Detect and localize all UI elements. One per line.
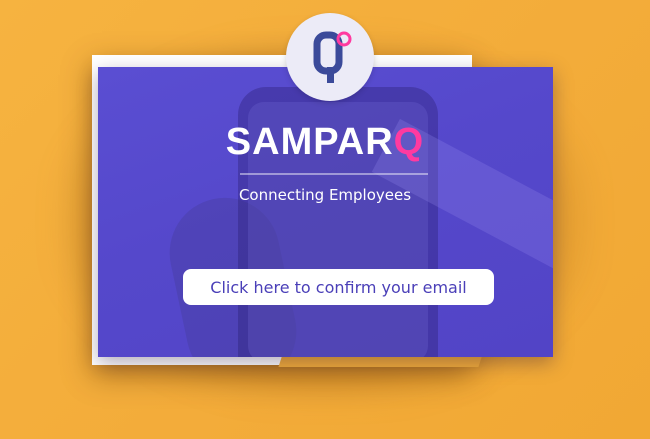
brand-name-accent: Q bbox=[393, 121, 425, 163]
brand-title: SAMPARQ bbox=[0, 121, 650, 164]
logo-badge bbox=[286, 13, 374, 101]
brand-name-main: SAMPAR bbox=[225, 121, 394, 163]
samparq-q-logo-icon bbox=[313, 31, 352, 83]
brand-tagline: Connecting Employees bbox=[238, 186, 412, 204]
title-divider bbox=[240, 173, 428, 175]
confirm-email-button[interactable]: Click here to confirm your email bbox=[183, 269, 494, 305]
banner-card bbox=[98, 67, 553, 357]
